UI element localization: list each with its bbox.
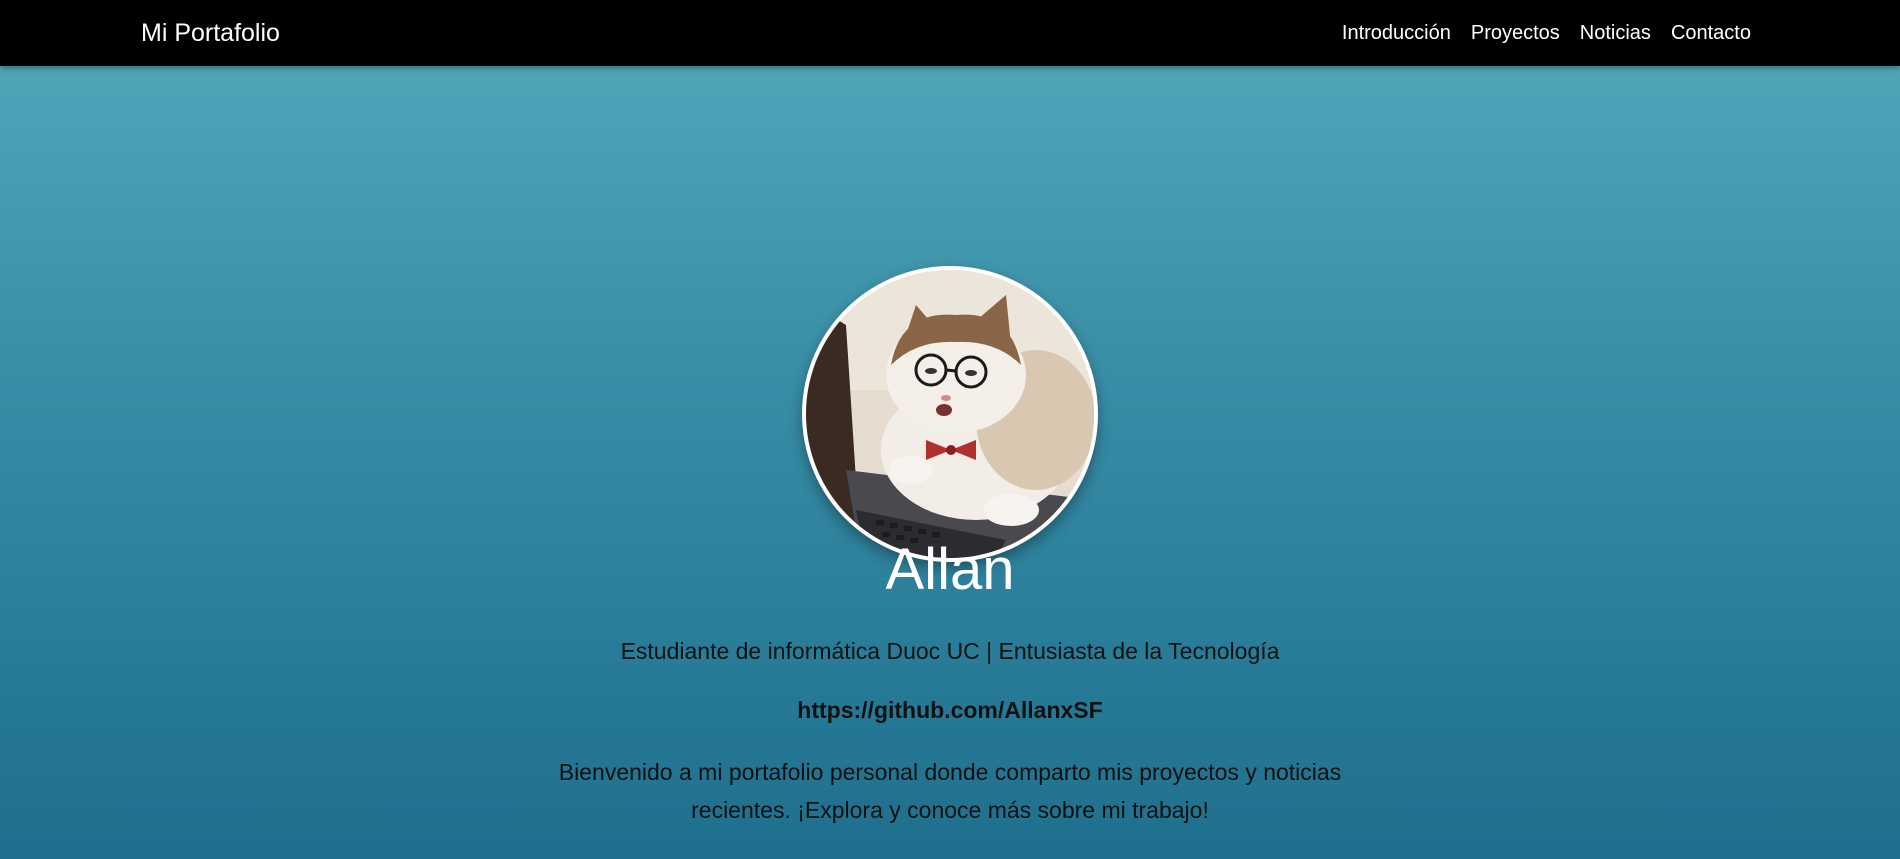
hero-tagline: Estudiante de informática Duoc UC | Entu… (620, 638, 1280, 664)
nav-link-introduccion[interactable]: Introducción (1342, 22, 1451, 45)
nav-link-noticias[interactable]: Noticias (1580, 22, 1651, 45)
hero-name: Allan (885, 537, 1015, 602)
github-link[interactable]: https://github.com/AllanxSF (797, 697, 1102, 723)
nav-link-contacto[interactable]: Contacto (1671, 22, 1751, 45)
github-link-text: https://github.com/AllanxSF (0, 697, 1900, 724)
top-navbar: Mi Portafolio Introducción Proyectos Not… (0, 0, 1900, 66)
nav-links: Introducción Proyectos Noticias Contacto (1342, 0, 1751, 66)
cat-with-glasses-icon (806, 270, 1094, 558)
nav-link-proyectos[interactable]: Proyectos (1471, 22, 1560, 45)
hero-section: Allan Estudiante de informática Duoc UC … (0, 66, 1900, 859)
avatar (802, 266, 1098, 562)
hero-welcome-text: Bienvenido a mi portafolio personal dond… (558, 759, 1342, 823)
brand-link[interactable]: Mi Portafolio (141, 0, 280, 66)
